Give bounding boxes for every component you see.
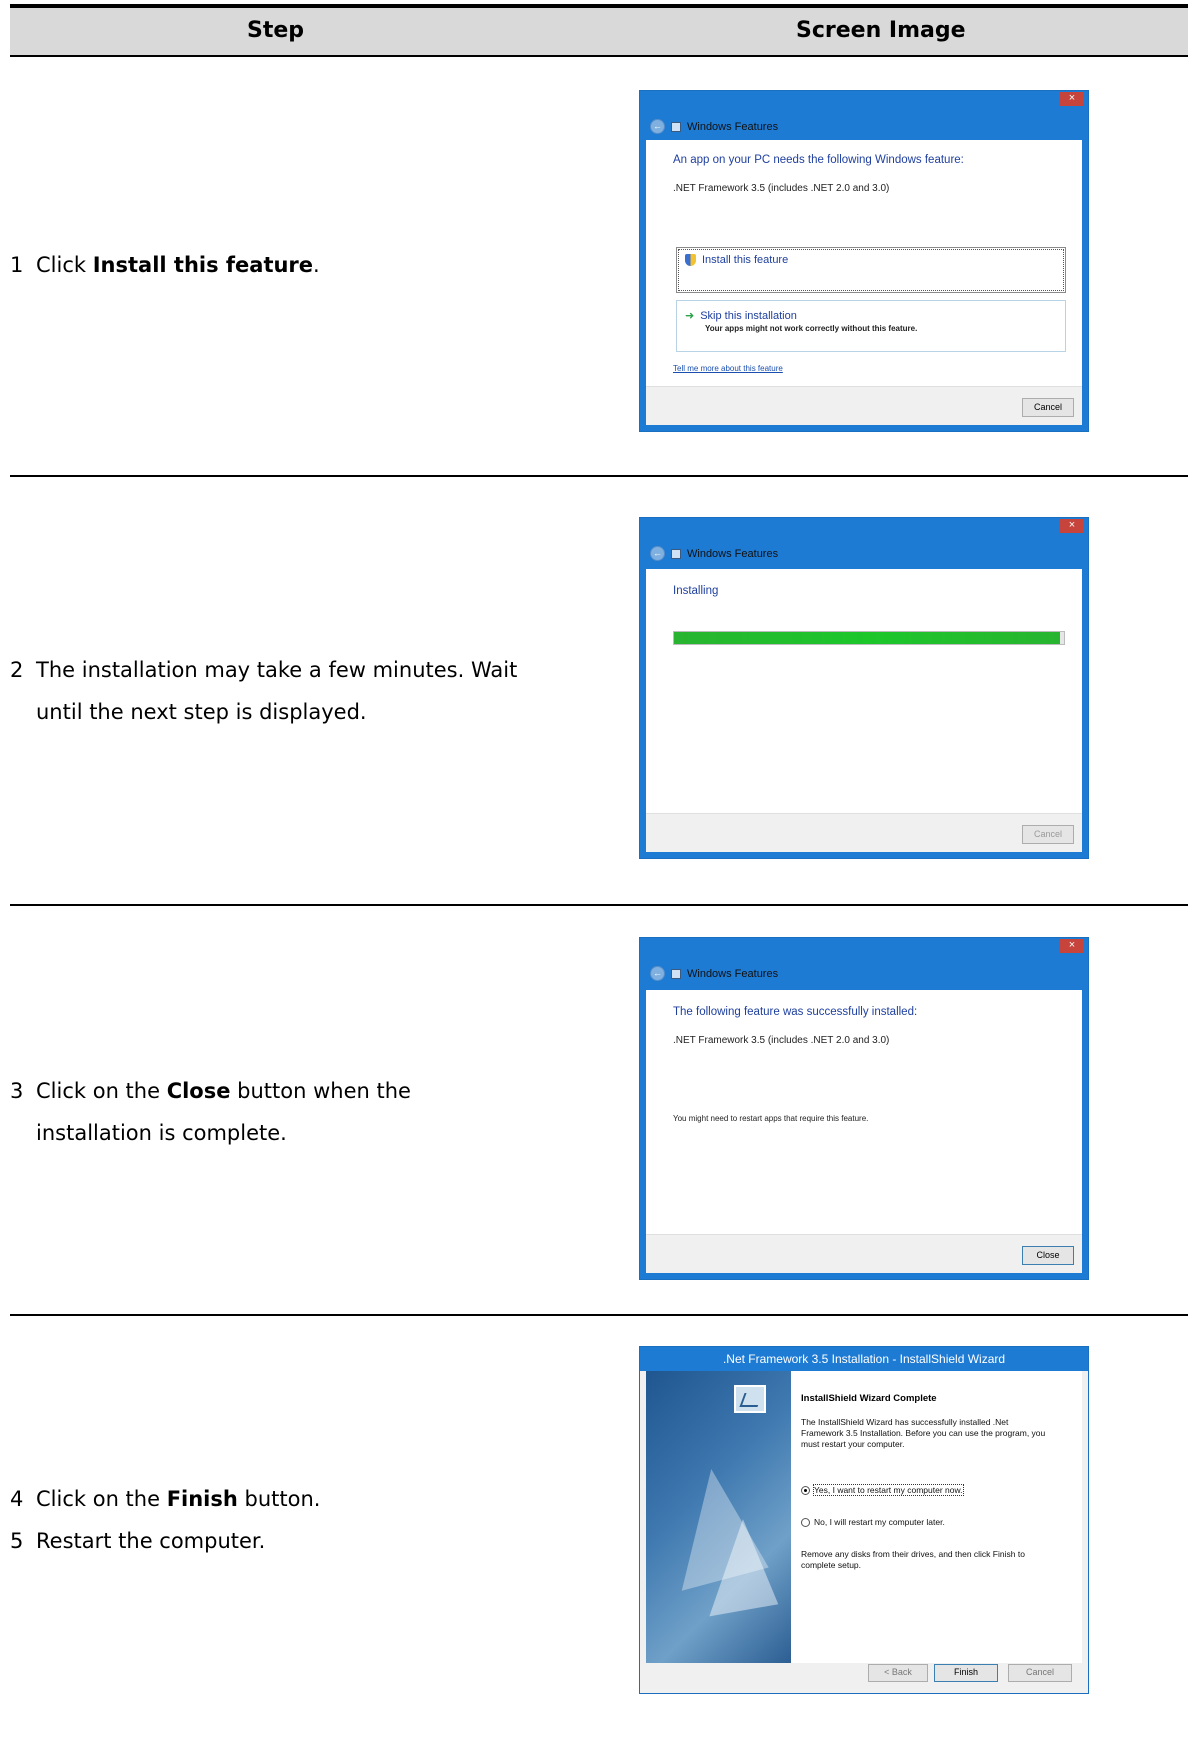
wizard-side-banner bbox=[646, 1371, 791, 1663]
dialog-heading: The following feature was successfully i… bbox=[673, 1006, 918, 1018]
dialog-body: The following feature was successfully i… bbox=[646, 990, 1082, 1235]
header-step: Step bbox=[247, 18, 305, 43]
back-arrow-icon[interactable]: ← bbox=[650, 119, 665, 134]
installshield-wizard-dialog: .Net Framework 3.5 Installation - Instal… bbox=[639, 1346, 1089, 1694]
skip-installation-option[interactable]: ➜ Skip this installation Your apps might … bbox=[676, 300, 1066, 352]
windows-features-dialog-complete: × ← Windows Features The following featu… bbox=[639, 937, 1089, 1280]
row-separator bbox=[10, 475, 1188, 477]
cancel-button[interactable]: Cancel bbox=[1022, 398, 1074, 417]
progress-bar bbox=[673, 631, 1065, 645]
progress-bar-fill bbox=[674, 632, 1061, 644]
window-icon bbox=[671, 121, 681, 132]
cancel-button[interactable]: Cancel bbox=[1008, 1664, 1072, 1682]
dialog-footer: Close bbox=[646, 1234, 1082, 1273]
installshield-logo-icon bbox=[734, 1385, 766, 1413]
wizard-title: .Net Framework 3.5 Installation - Instal… bbox=[640, 1347, 1088, 1371]
close-icon[interactable]: × bbox=[1060, 92, 1084, 106]
wizard-heading: InstallShield Wizard Complete bbox=[801, 1393, 937, 1404]
dialog-titlebar: ← Windows Features bbox=[650, 966, 778, 981]
back-arrow-icon[interactable]: ← bbox=[650, 546, 665, 561]
feature-name: .NET Framework 3.5 (includes .NET 2.0 an… bbox=[673, 1035, 890, 1046]
wizard-paragraph-2: Remove any disks from their drives, and … bbox=[801, 1549, 1025, 1570]
green-arrow-icon: ➜ bbox=[685, 310, 695, 322]
back-button[interactable]: < Back bbox=[868, 1664, 928, 1682]
cancel-button[interactable]: Cancel bbox=[1022, 825, 1074, 844]
wizard-content: InstallShield Wizard Complete The Instal… bbox=[791, 1371, 1082, 1663]
step-2-text: 2 The installation may take a few minutes… bbox=[10, 658, 518, 724]
back-arrow-icon[interactable]: ← bbox=[650, 966, 665, 981]
dialog-heading: An app on your PC needs the following Wi… bbox=[673, 154, 964, 166]
step-3-text: 3 Click on the Close button when the inst… bbox=[10, 1079, 411, 1145]
wizard-paragraph: The InstallShield Wizard has successfull… bbox=[801, 1417, 1046, 1449]
tell-me-more-link[interactable]: Tell me more about this feature bbox=[673, 364, 783, 373]
restart-note: You might need to restart apps that requ… bbox=[673, 1114, 869, 1123]
dialog-title: Windows Features bbox=[687, 120, 779, 133]
step-1-text: 1 Click Install this feature. bbox=[10, 253, 320, 277]
window-icon bbox=[671, 548, 681, 559]
row-separator bbox=[10, 904, 1188, 906]
close-button[interactable]: Close bbox=[1022, 1246, 1074, 1265]
feature-name: .NET Framework 3.5 (includes .NET 2.0 an… bbox=[673, 183, 890, 194]
dialog-heading: Installing bbox=[673, 585, 719, 597]
dialog-body: Installing bbox=[646, 569, 1082, 814]
finish-button[interactable]: Finish bbox=[934, 1664, 998, 1682]
radio-restart-later[interactable]: No, I will restart my computer later. bbox=[801, 1517, 945, 1527]
dialog-titlebar: ← Windows Features bbox=[650, 119, 778, 134]
dialog-footer: Cancel bbox=[646, 386, 1082, 425]
windows-features-dialog-installing: × ← Windows Features Installing Cancel bbox=[639, 517, 1089, 859]
header-screen-image: Screen Image bbox=[796, 18, 966, 43]
close-icon[interactable]: × bbox=[1060, 519, 1084, 533]
install-feature-option[interactable]: Install this feature bbox=[676, 247, 1066, 293]
wizard-footer: < Back Finish Cancel bbox=[646, 1661, 1082, 1687]
dialog-titlebar: ← Windows Features bbox=[650, 546, 778, 561]
uac-shield-icon bbox=[685, 254, 696, 267]
table-header: Step Screen Image bbox=[10, 8, 1188, 57]
radio-unselected-icon[interactable] bbox=[801, 1517, 810, 1527]
close-icon[interactable]: × bbox=[1060, 939, 1084, 953]
dialog-footer: Cancel bbox=[646, 813, 1082, 852]
window-icon bbox=[671, 968, 681, 979]
dialog-title: Windows Features bbox=[687, 967, 779, 980]
banner-graphic bbox=[693, 1515, 779, 1617]
dialog-title: Windows Features bbox=[687, 547, 779, 560]
row-separator bbox=[10, 1314, 1188, 1316]
step-4-5-text: 4 Click on the Finish button. 5 Restart th… bbox=[10, 1487, 321, 1553]
dialog-body: An app on your PC needs the following Wi… bbox=[646, 140, 1082, 387]
radio-restart-now[interactable]: Yes, I want to restart my computer now. bbox=[801, 1484, 964, 1496]
radio-selected-icon[interactable] bbox=[801, 1485, 810, 1495]
windows-features-dialog-install: × ← Windows Features An app on your PC n… bbox=[639, 90, 1089, 432]
